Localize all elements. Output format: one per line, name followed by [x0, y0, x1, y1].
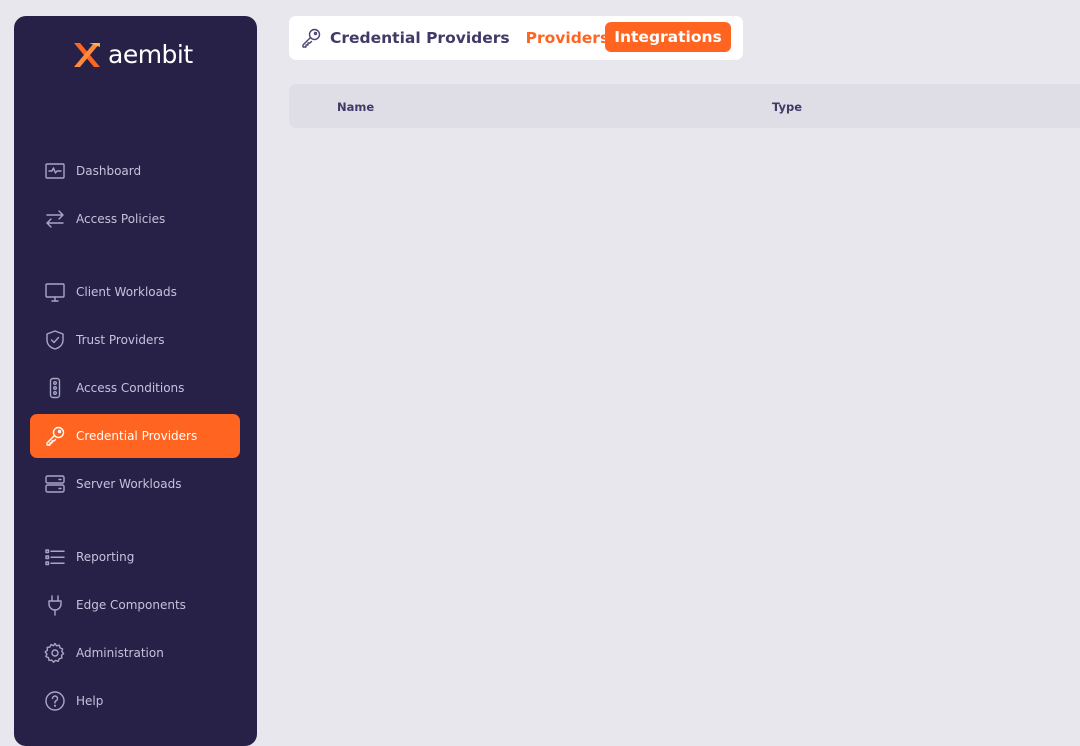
- sidebar-item-label: Help: [76, 694, 104, 708]
- tab-integrations[interactable]: Integrations: [605, 22, 731, 52]
- key-icon: [300, 27, 322, 49]
- column-header-name[interactable]: Name: [337, 100, 374, 114]
- page-header: Credential Providers Providers Integrati…: [289, 16, 743, 60]
- sidebar-item-dashboard[interactable]: Dashboard: [30, 149, 240, 193]
- sidebar-item-label: Dashboard: [76, 164, 142, 178]
- arrows-swap-icon: [44, 208, 66, 230]
- sidebar-item-help[interactable]: Help: [30, 679, 240, 723]
- monitor-icon: [44, 281, 66, 303]
- help-icon: [44, 690, 66, 712]
- sidebar-item-label: Access Conditions: [76, 381, 185, 395]
- sidebar-item-administration[interactable]: Administration: [30, 631, 240, 675]
- tab-providers[interactable]: Providers: [526, 29, 610, 47]
- sidebar-item-credential-providers[interactable]: Credential Providers: [30, 414, 240, 458]
- traffic-light-icon: [44, 377, 66, 399]
- table-header: Name Type: [289, 84, 1080, 128]
- dashboard-icon: [44, 160, 66, 182]
- list-icon: [44, 546, 66, 568]
- sidebar-item-label: Client Workloads: [76, 285, 177, 299]
- sidebar-item-client-workloads[interactable]: Client Workloads: [30, 270, 240, 314]
- page-title: Credential Providers: [330, 29, 510, 47]
- gear-icon: [44, 642, 66, 664]
- sidebar-item-access-conditions[interactable]: Access Conditions: [30, 366, 240, 410]
- sidebar-item-label: Reporting: [76, 550, 135, 564]
- shield-check-icon: [44, 329, 66, 351]
- plug-icon: [44, 594, 66, 616]
- column-header-type[interactable]: Type: [772, 100, 802, 114]
- sidebar-item-label: Edge Components: [76, 598, 186, 612]
- sidebar-item-label: Trust Providers: [76, 333, 165, 347]
- sidebar-item-server-workloads[interactable]: Server Workloads: [30, 462, 240, 506]
- key-icon: [44, 425, 66, 447]
- aembit-logo[interactable]: aembit: [70, 40, 193, 70]
- logo-wordmark: aembit: [108, 40, 193, 69]
- sidebar-item-reporting[interactable]: Reporting: [30, 535, 240, 579]
- aembit-logo-mark-icon: [74, 43, 100, 67]
- sidebar-item-edge-components[interactable]: Edge Components: [30, 583, 240, 627]
- sidebar-item-label: Server Workloads: [76, 477, 182, 491]
- sidebar-item-label: Access Policies: [76, 212, 166, 226]
- server-icon: [44, 473, 66, 495]
- sidebar-item-label: Credential Providers: [76, 429, 198, 443]
- sidebar-item-label: Administration: [76, 646, 164, 660]
- sidebar-item-access-policies[interactable]: Access Policies: [30, 197, 240, 241]
- sidebar: aembit Dashboard Access Policies Client …: [14, 16, 257, 746]
- sidebar-item-trust-providers[interactable]: Trust Providers: [30, 318, 240, 362]
